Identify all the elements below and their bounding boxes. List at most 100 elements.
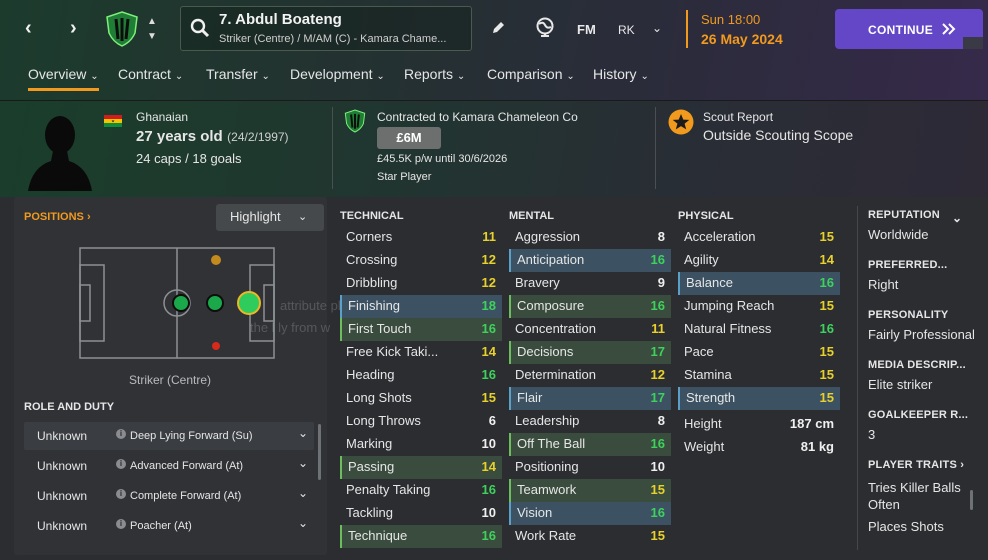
club-crest-icon[interactable] (105, 11, 139, 47)
attribute-row[interactable]: Penalty Taking 16 (340, 479, 502, 502)
attribute-row[interactable]: Tackling 10 (340, 502, 502, 525)
technical-title: TECHNICAL (340, 210, 404, 222)
edit-pencil-icon[interactable] (490, 20, 506, 36)
role-row[interactable]: Unknown i Advanced Forward (At) ⌄ (24, 452, 314, 480)
weight-value: 81 kg (800, 439, 834, 454)
attribute-row[interactable]: Long Shots 15 (340, 387, 502, 410)
attribute-row[interactable]: Agility 14 (678, 249, 840, 272)
attribute-value: 6 (488, 413, 496, 428)
info-icon[interactable]: i (116, 489, 126, 499)
attribute-row[interactable]: Stamina 15 (678, 364, 840, 387)
value-tag: £6M (377, 127, 441, 149)
tab-development[interactable]: Development ⌄ (290, 66, 385, 82)
role-row[interactable]: Unknown i Deep Lying Forward (Su) ⌄ (24, 422, 314, 450)
attribute-row[interactable]: Jumping Reach 15 (678, 295, 840, 318)
tab-reports[interactable]: Reports ⌄ (404, 66, 465, 82)
attribute-row-preferred[interactable]: Teamwork 15 (509, 479, 671, 502)
attribute-row[interactable]: Long Throws 6 (340, 410, 502, 433)
chevron-down-icon[interactable]: ⌄ (298, 456, 308, 470)
position-dot-mc[interactable] (172, 294, 190, 312)
attribute-row[interactable]: Pace 15 (678, 341, 840, 364)
scout-value: Outside Scouting Scope (703, 127, 854, 143)
world-globe-icon[interactable] (535, 17, 555, 37)
tab-overview[interactable]: Overview ⌄ (28, 66, 99, 91)
tab-history[interactable]: History ⌄ (593, 66, 649, 82)
attribute-name: Heading (346, 367, 395, 382)
player-search-box[interactable]: 7. Abdul Boateng Striker (Centre) / M/AM… (180, 6, 472, 51)
attribute-name: Corners (346, 229, 393, 244)
divider (857, 206, 858, 550)
mental-column: MENTAL Aggression 8 Anticipation 16 Braver… (509, 210, 671, 548)
attribute-row-preferred[interactable]: Decisions 17 (509, 341, 671, 364)
attribute-row[interactable]: Acceleration 15 (678, 226, 840, 249)
attribute-row[interactable]: Aggression 8 (509, 226, 671, 249)
attribute-row-preferred[interactable]: Off The Ball 16 (509, 433, 671, 456)
tab-comparison[interactable]: Comparison ⌄ (487, 66, 575, 82)
attribute-row[interactable]: Leadership 8 (509, 410, 671, 433)
fm-button[interactable]: FM (577, 22, 596, 37)
attribute-name: Composure (509, 295, 639, 318)
attribute-value: 14 (481, 459, 496, 474)
ghana-flag-icon (104, 115, 122, 127)
attribute-row[interactable]: Determination 12 (509, 364, 671, 387)
attribute-row[interactable]: Dribbling 12 (340, 272, 502, 295)
tab-transfer[interactable]: Transfer ⌄ (206, 66, 270, 82)
role-list-scrollbar[interactable] (318, 424, 321, 480)
player-traits-label[interactable]: PLAYER TRAITS › (868, 459, 984, 471)
reputation-label[interactable]: REPUTATION ⌄ (868, 209, 984, 225)
attribute-row-key[interactable]: Strength 15 (678, 387, 840, 410)
chevron-up-icon[interactable]: ▲ (147, 16, 157, 27)
attribute-row-key[interactable]: Anticipation 16 (509, 249, 671, 272)
chevron-down-icon[interactable]: ⌄ (298, 426, 308, 440)
attribute-row[interactable]: Concentration 11 (509, 318, 671, 341)
attribute-row-preferred[interactable]: Passing 14 (340, 456, 502, 479)
info-icon[interactable]: i (116, 519, 126, 529)
attribute-row[interactable]: Positioning 10 (509, 456, 671, 479)
player-profile-strip: Ghanaian 27 years old (24/2/1997) 24 cap… (0, 100, 988, 197)
attribute-row[interactable]: Bravery 9 (509, 272, 671, 295)
info-icon[interactable]: i (116, 429, 126, 439)
chevron-down-icon[interactable]: ⌄ (298, 516, 308, 530)
attribute-row-key[interactable]: Vision 16 (509, 502, 671, 525)
attribute-row-preferred[interactable]: First Touch 16 (340, 318, 502, 341)
attribute-row[interactable]: Corners 11 (340, 226, 502, 249)
attribute-name: Teamwork (509, 479, 639, 502)
position-dot-st-selected[interactable] (237, 291, 261, 315)
player-title: 7. Abdul Boateng (219, 11, 342, 28)
attribute-name: Vision (509, 502, 639, 525)
back-arrow-icon[interactable]: ‹ (25, 17, 32, 40)
rk-button[interactable]: RK (618, 23, 635, 37)
traits-scrollbar[interactable] (970, 490, 973, 510)
attribute-row-preferred[interactable]: Composure 16 (509, 295, 671, 318)
chevron-down-icon[interactable]: ⌄ (298, 486, 308, 500)
tab-contract[interactable]: Contract ⌄ (118, 66, 183, 82)
attribute-name: Leadership (515, 413, 580, 428)
attribute-row-preferred[interactable]: Technique 16 (340, 525, 502, 548)
attribute-row[interactable]: Free Kick Taki... 14 (340, 341, 502, 364)
attribute-row[interactable]: Heading 16 (340, 364, 502, 387)
attribute-row-key[interactable]: Balance 16 (678, 272, 840, 295)
position-dot-aml[interactable] (212, 342, 220, 350)
attribute-row[interactable]: Natural Fitness 16 (678, 318, 840, 341)
attribute-row[interactable]: Work Rate 15 (509, 525, 671, 548)
attribute-name: Aggression (515, 229, 581, 244)
trait-item: Tries Killer Balls Often (868, 480, 961, 512)
forward-arrow-icon[interactable]: › (70, 17, 77, 40)
position-dot-amr[interactable] (211, 255, 221, 265)
attribute-row[interactable]: Marking 10 (340, 433, 502, 456)
attribute-name: Jumping Reach (684, 298, 775, 313)
highlight-dropdown[interactable]: Highlight ⌄ (216, 204, 324, 231)
attribute-row-key[interactable]: Flair 17 (509, 387, 671, 410)
role-row[interactable]: Unknown i Poacher (At) ⌄ (24, 512, 314, 540)
position-dot-amc[interactable] (206, 294, 224, 312)
date-day: Sun 18:00 (701, 12, 761, 27)
role-row[interactable]: Unknown i Complete Forward (At) ⌄ (24, 482, 314, 510)
attribute-value: 18 (481, 298, 496, 313)
info-icon[interactable]: i (116, 459, 126, 469)
attribute-row-key[interactable]: Finishing 18 (340, 295, 502, 318)
continue-button[interactable]: CONTINUE 👤4 (835, 9, 983, 49)
positions-title[interactable]: POSITIONS › (24, 211, 91, 223)
attribute-row[interactable]: Crossing 12 (340, 249, 502, 272)
chevron-down-icon[interactable]: ▼ (147, 31, 157, 42)
chevron-down-icon[interactable]: ⌄ (652, 21, 662, 35)
